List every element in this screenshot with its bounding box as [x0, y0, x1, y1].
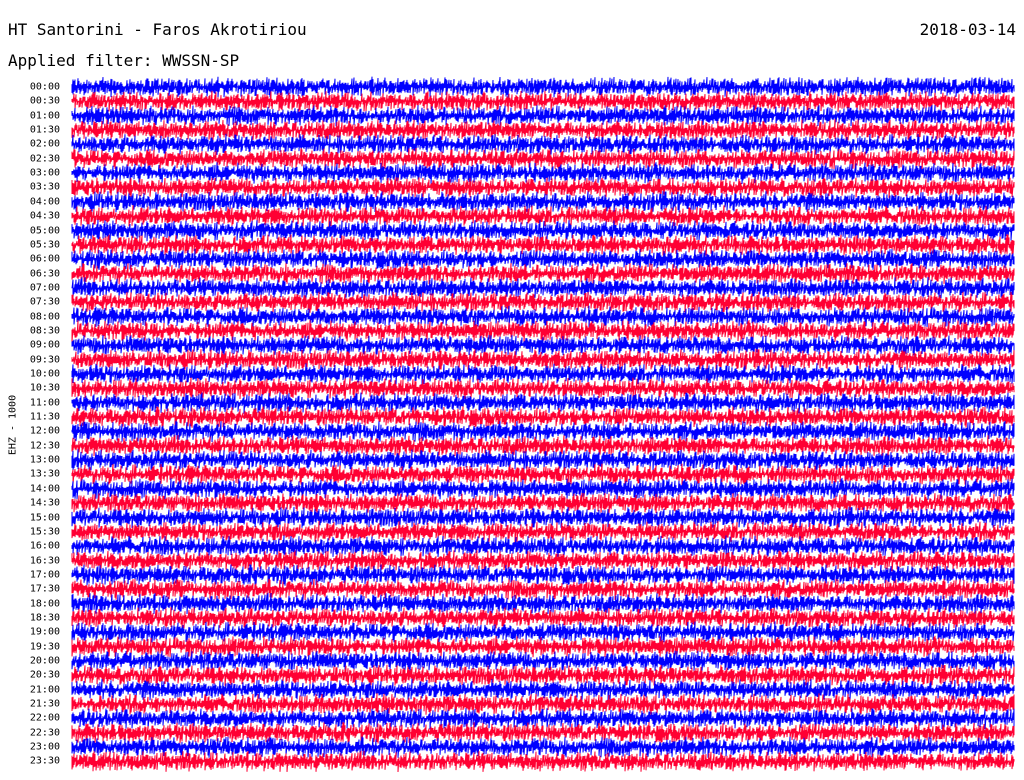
trace-row	[71, 506, 1015, 529]
trace-row	[71, 119, 1015, 141]
trace-row	[71, 550, 1015, 572]
trace-row	[71, 104, 1015, 127]
trace-row	[71, 435, 1015, 457]
trace-row	[71, 664, 1015, 686]
trace-row	[71, 420, 1015, 443]
trace-row	[71, 406, 1015, 428]
trace-row	[71, 750, 1015, 773]
trace-row	[71, 449, 1015, 471]
trace-row	[71, 205, 1015, 228]
trace-row	[71, 492, 1015, 514]
trace-row	[71, 363, 1015, 385]
trace-row	[71, 335, 1015, 356]
trace-row	[71, 621, 1015, 644]
trace-row	[71, 76, 1015, 98]
seismogram-plot	[71, 76, 1015, 773]
trace-row	[71, 463, 1015, 486]
trace-row	[71, 177, 1015, 198]
trace-row	[71, 276, 1015, 299]
